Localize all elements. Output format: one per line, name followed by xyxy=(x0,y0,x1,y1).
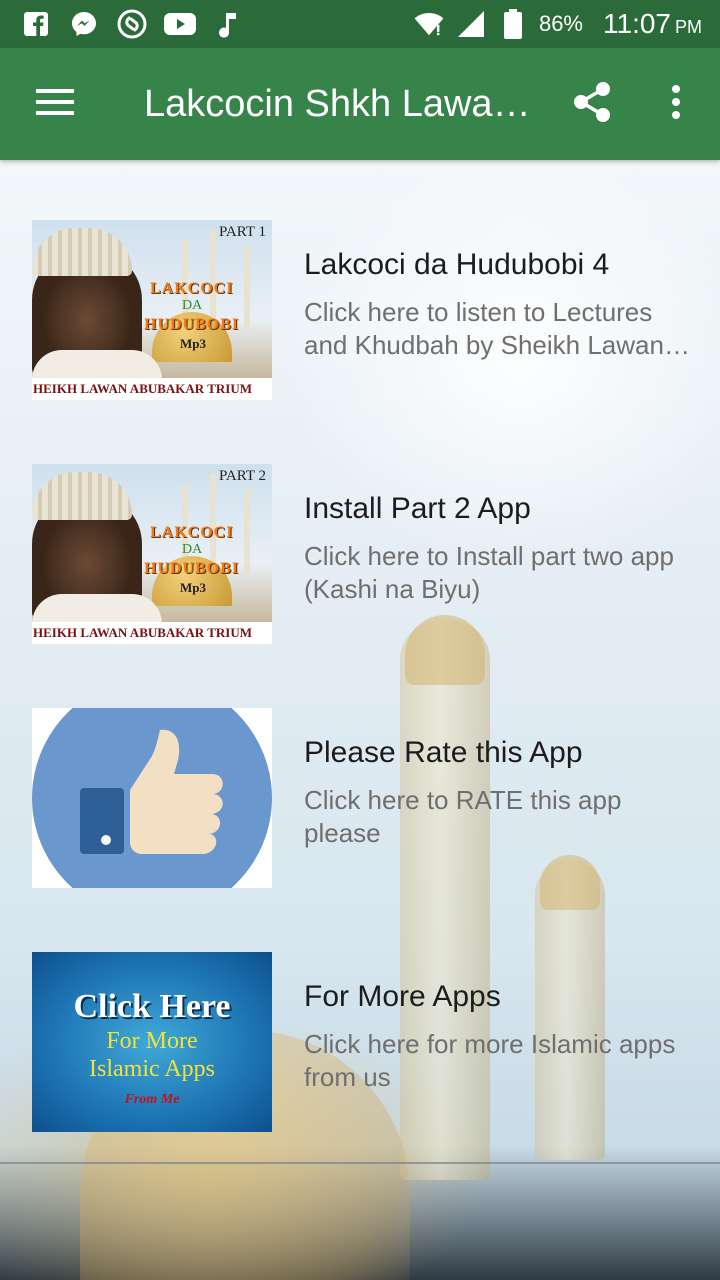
more-vert-icon xyxy=(670,84,682,125)
clock-ampm: PM xyxy=(675,17,702,37)
banner-line2: For More xyxy=(106,1028,198,1054)
clock: 11:07 PM xyxy=(603,8,702,40)
cover-part: PART 2 xyxy=(218,468,266,484)
app-bar: Lakcocin Shkh Lawan Triumph 4 xyxy=(0,48,720,160)
signal-icon xyxy=(455,8,487,40)
item-title: For More Apps xyxy=(304,980,501,1013)
battery-icon xyxy=(497,8,529,40)
share-button[interactable] xyxy=(562,76,622,132)
list-item-more-apps[interactable]: Click Here For More Islamic Apps From Me… xyxy=(0,952,720,1132)
messenger-icon xyxy=(68,8,100,40)
item-thumbnail: Click Here For More Islamic Apps From Me xyxy=(32,952,272,1132)
cover-line1: LAKCOCI xyxy=(150,524,234,541)
cover-part: PART 1 xyxy=(218,224,266,240)
more-options-button[interactable] xyxy=(650,76,702,132)
item-text: For More Apps Click here for more Islami… xyxy=(304,980,694,1094)
item-subtitle: Click here to listen to Lectures and Khu… xyxy=(304,297,664,360)
share-icon xyxy=(572,81,612,128)
cover-line4: Mp3 xyxy=(180,580,206,595)
cover-line1: LAKCOCI xyxy=(150,280,234,297)
item-title: Please Rate this App xyxy=(304,736,583,769)
album-cover: PART 2 LAKCOCI DA HUDUBOBI Mp3 HEIKH LAW… xyxy=(32,464,272,644)
banner-line3: Islamic Apps xyxy=(89,1056,215,1082)
banner-line1: Click Here xyxy=(73,988,231,1025)
item-thumbnail xyxy=(32,708,272,888)
wifi-icon xyxy=(413,8,445,40)
item-subtitle: Click here to RATE this app please xyxy=(304,785,622,848)
battery-percent: 86% xyxy=(538,11,583,36)
rate-thumbnail xyxy=(32,708,272,888)
item-thumbnail: PART 1 LAKCOCI DA HUDUBOBI Mp3 HEIKH LAW… xyxy=(32,220,272,400)
cover-caption: HEIKH LAWAN ABUBAKAR TRIUM xyxy=(32,378,272,400)
more-apps-banner: Click Here For More Islamic Apps From Me xyxy=(32,952,272,1132)
list-item-rate-app[interactable]: Please Rate this App Click here to RATE … xyxy=(0,708,720,888)
list-item-lakcoci[interactable]: PART 1 LAKCOCI DA HUDUBOBI Mp3 HEIKH LAW… xyxy=(0,220,720,400)
item-thumbnail: PART 2 LAKCOCI DA HUDUBOBI Mp3 HEIKH LAW… xyxy=(32,464,272,644)
banner-line4: From Me xyxy=(124,1092,180,1107)
minaret-shape xyxy=(244,245,250,330)
cover-line3: HUDUBOBI xyxy=(144,560,240,577)
item-text: Please Rate this App Click here to RATE … xyxy=(304,736,694,850)
cover-line2: DA xyxy=(182,542,203,557)
sheikh-cap xyxy=(32,228,132,276)
item-text: Install Part 2 App Click here to Install… xyxy=(304,492,694,606)
cover-caption: HEIKH LAWAN ABUBAKAR TRIUM xyxy=(32,622,272,644)
cover-line2: DA xyxy=(182,298,203,313)
menu-button[interactable] xyxy=(0,48,112,160)
clock-time: 11:07 xyxy=(603,8,671,39)
app-title: Lakcocin Shkh Lawan Triumph 4 xyxy=(144,82,534,125)
shazam-icon xyxy=(116,8,148,40)
facebook-icon xyxy=(20,8,52,40)
item-title: Install Part 2 App xyxy=(304,492,531,525)
item-subtitle: Click here to Install part two app (Kash… xyxy=(304,541,674,604)
menu-icon xyxy=(36,87,76,122)
cover-line3: HUDUBOBI xyxy=(144,316,240,333)
list-item-install-part2[interactable]: PART 2 LAKCOCI DA HUDUBOBI Mp3 HEIKH LAW… xyxy=(0,464,720,644)
item-title: Lakcoci da Hudubobi 4 xyxy=(304,248,610,281)
minaret-shape xyxy=(244,489,250,574)
sheikh-cap xyxy=(32,472,132,520)
item-subtitle: Click here for more Islamic apps from us xyxy=(304,1029,676,1092)
divider xyxy=(0,1162,720,1164)
status-bar: 86% 11:07 PM xyxy=(0,0,720,48)
youtube-icon xyxy=(164,8,196,40)
thumbs-up-icon xyxy=(80,729,223,854)
music-icon xyxy=(212,8,244,40)
cover-line4: Mp3 xyxy=(180,336,206,351)
item-text: Lakcoci da Hudubobi 4 Click here to list… xyxy=(304,248,694,362)
album-cover: PART 1 LAKCOCI DA HUDUBOBI Mp3 HEIKH LAW… xyxy=(32,220,272,400)
